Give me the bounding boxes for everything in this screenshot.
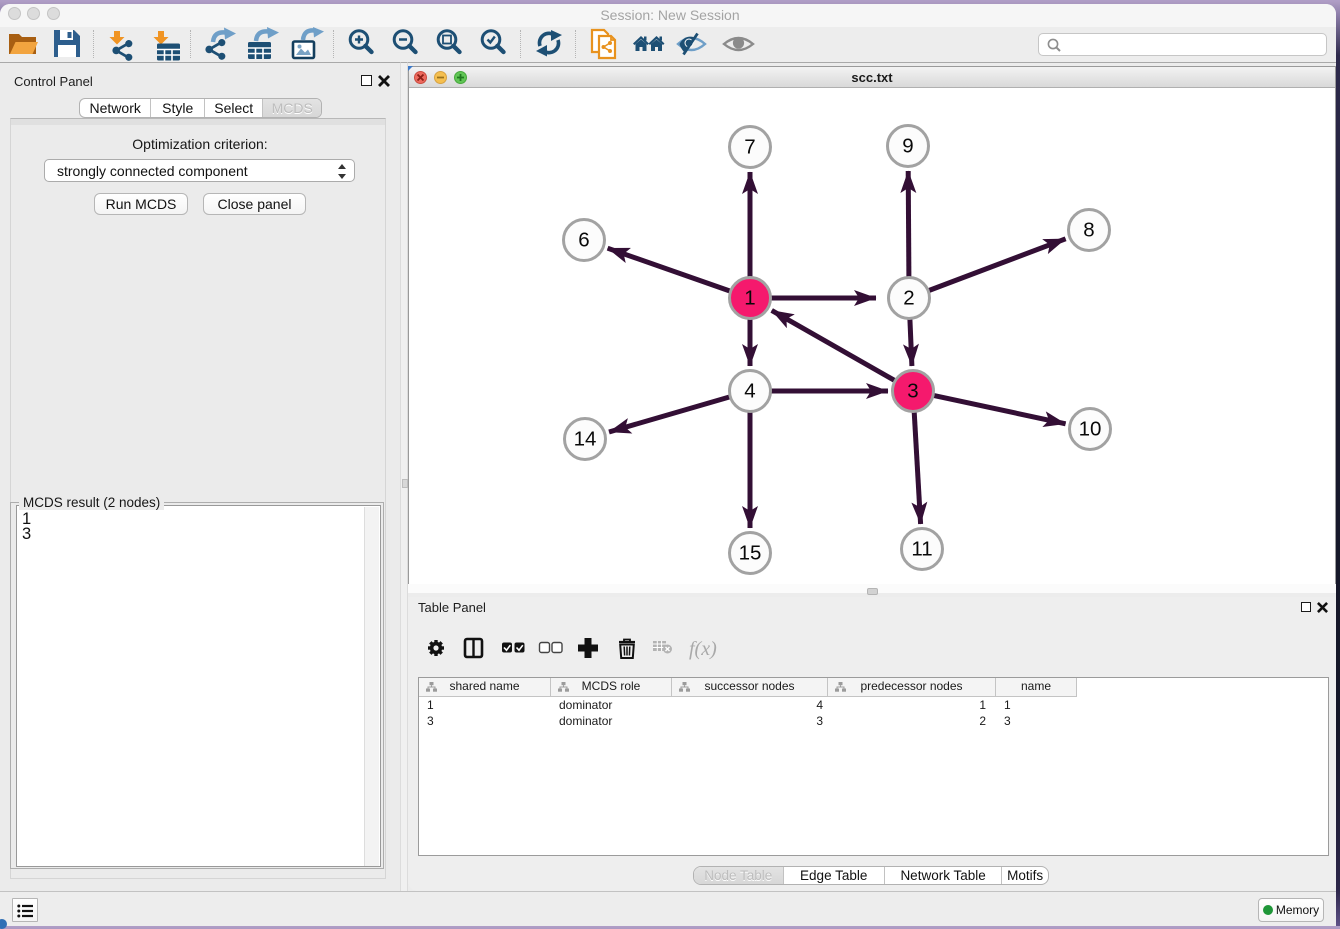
svg-text:11: 11 [911, 538, 932, 561]
svg-text:9: 9 [902, 135, 913, 158]
svg-text:6: 6 [578, 229, 589, 252]
svg-text:3: 3 [907, 380, 918, 403]
svg-text:10: 10 [1079, 418, 1102, 441]
svg-text:14: 14 [574, 428, 597, 451]
svg-text:4: 4 [744, 380, 755, 403]
svg-text:8: 8 [1083, 219, 1094, 242]
svg-text:2: 2 [903, 287, 914, 310]
svg-text:1: 1 [744, 287, 755, 310]
svg-text:7: 7 [744, 136, 755, 159]
svg-text:f(x): f(x) [689, 638, 717, 660]
svg-text:15: 15 [739, 542, 762, 565]
